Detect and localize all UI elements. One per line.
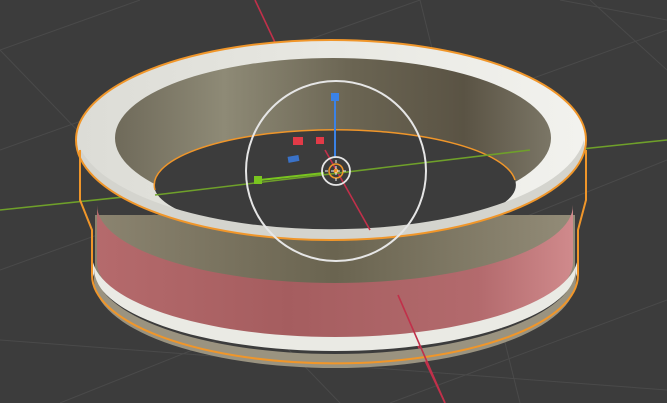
x-arrow-handle[interactable]	[316, 137, 324, 144]
3d-viewport[interactable]	[0, 0, 667, 403]
viewport-canvas[interactable]	[0, 0, 667, 403]
x-plane-handle[interactable]	[293, 137, 303, 145]
z-arrow-handle[interactable]	[331, 93, 339, 101]
y-arrow-handle[interactable]	[254, 176, 262, 184]
ring-mesh[interactable]	[75, 39, 587, 368]
